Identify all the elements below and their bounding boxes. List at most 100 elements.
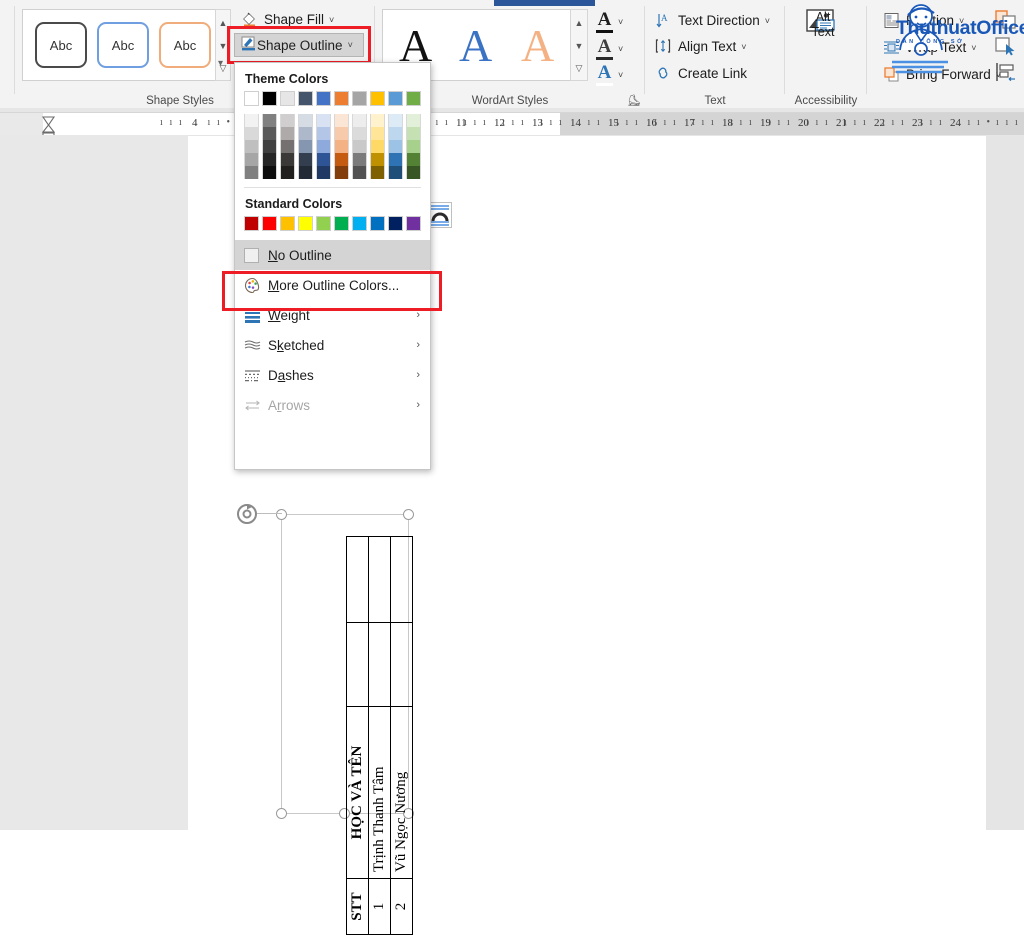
wordart-thumb-2[interactable]: A [459, 16, 492, 76]
standard-colors-row[interactable] [235, 216, 430, 231]
align-objects-icon[interactable] [995, 62, 1017, 85]
shape-style-thumb-1[interactable]: Abc [35, 22, 87, 68]
theme-tint-column-4[interactable] [316, 114, 331, 179]
standard-color-swatch-3[interactable] [298, 216, 313, 231]
theme-tint-swatch-4-3[interactable] [316, 153, 331, 166]
theme-tint-column-1[interactable] [262, 114, 277, 179]
theme-color-swatch-4[interactable] [316, 91, 331, 106]
theme-tint-swatch-2-0[interactable] [280, 114, 295, 127]
theme-tint-swatch-4-1[interactable] [316, 127, 331, 140]
theme-tint-swatch-6-3[interactable] [352, 153, 367, 166]
chevron-down-icon[interactable]: ˅ [765, 16, 770, 26]
theme-tint-column-5[interactable] [334, 114, 349, 179]
standard-color-swatch-5[interactable] [334, 216, 349, 231]
theme-tint-swatch-0-4[interactable] [244, 166, 259, 179]
chevron-down-icon[interactable]: ˅ [329, 15, 334, 25]
theme-color-swatch-2[interactable] [280, 91, 295, 106]
theme-tint-swatch-1-4[interactable] [262, 166, 277, 179]
theme-tint-swatch-3-3[interactable] [298, 153, 313, 166]
shape-style-thumb-2[interactable]: Abc [97, 22, 149, 68]
theme-tint-swatch-1-2[interactable] [262, 140, 277, 153]
theme-color-swatch-1[interactable] [262, 91, 277, 106]
standard-color-swatch-9[interactable] [406, 216, 421, 231]
theme-tint-swatch-5-2[interactable] [334, 140, 349, 153]
menu-item-no-outline[interactable]: No Outline [235, 240, 430, 270]
theme-tint-swatch-8-1[interactable] [388, 127, 403, 140]
menu-item-dashes[interactable]: Dashes › [235, 360, 430, 390]
wordart-thumb-3[interactable]: A [521, 16, 554, 76]
standard-color-swatch-0[interactable] [244, 216, 259, 231]
theme-tint-swatch-5-4[interactable] [334, 166, 349, 179]
theme-tint-swatch-0-0[interactable] [244, 114, 259, 127]
theme-tint-column-3[interactable] [298, 114, 313, 179]
theme-tint-swatch-6-0[interactable] [352, 114, 367, 127]
layout-options-icon[interactable] [428, 202, 452, 228]
theme-tint-swatch-2-2[interactable] [280, 140, 295, 153]
theme-tint-column-2[interactable] [280, 114, 295, 179]
theme-tint-swatch-8-0[interactable] [388, 114, 403, 127]
theme-color-swatch-8[interactable] [388, 91, 403, 106]
theme-tint-swatch-3-2[interactable] [298, 140, 313, 153]
theme-tint-swatch-6-2[interactable] [352, 140, 367, 153]
chevron-down-icon[interactable]: ˅ [618, 70, 623, 80]
standard-color-swatch-2[interactable] [280, 216, 295, 231]
chevron-down-icon[interactable]: ˅ [959, 16, 964, 26]
theme-tint-swatch-9-0[interactable] [406, 114, 421, 127]
shape-effects-chevron-icon[interactable]: ▾ [218, 58, 230, 76]
more-wordart-icon[interactable]: ▽ [571, 57, 587, 80]
chevron-down-icon[interactable]: ˅ [741, 42, 746, 52]
theme-color-swatch-0[interactable] [244, 91, 259, 106]
theme-tint-swatch-5-3[interactable] [334, 153, 349, 166]
theme-tint-swatch-8-4[interactable] [388, 166, 403, 179]
wordart-scrollbar[interactable]: ▲ ▼ ▽ [570, 9, 588, 81]
theme-tint-column-0[interactable] [244, 114, 259, 179]
text-fill-option[interactable]: A ˅ [596, 10, 623, 33]
theme-tint-swatch-4-4[interactable] [316, 166, 331, 179]
theme-tint-column-6[interactable] [352, 114, 367, 179]
align-text-button[interactable]: Align Text ˅ [654, 37, 747, 56]
create-link-button[interactable]: Create Link [654, 64, 747, 83]
theme-tint-swatch-0-1[interactable] [244, 127, 259, 140]
menu-item-sketched[interactable]: Sketched › [235, 330, 430, 360]
theme-tint-swatch-9-2[interactable] [406, 140, 421, 153]
theme-tint-swatch-7-4[interactable] [370, 166, 385, 179]
theme-tint-swatch-2-1[interactable] [280, 127, 295, 140]
standard-color-swatch-1[interactable] [262, 216, 277, 231]
standard-color-swatch-7[interactable] [370, 216, 385, 231]
theme-tint-swatch-3-4[interactable] [298, 166, 313, 179]
standard-color-swatch-6[interactable] [352, 216, 367, 231]
shape-outline-dropdown-menu[interactable]: Theme Colors Standard Colors No Outline … [234, 62, 431, 470]
standard-color-swatch-4[interactable] [316, 216, 331, 231]
text-effects-option[interactable]: A ˅ [596, 63, 623, 86]
chevron-down-icon[interactable]: ˅ [618, 44, 623, 54]
theme-tint-swatch-6-4[interactable] [352, 166, 367, 179]
theme-color-swatch-9[interactable] [406, 91, 421, 106]
horizontal-ruler[interactable]: 41112131415161718192021222324ııııı•ııı•ı… [0, 113, 1024, 248]
theme-tint-swatch-9-1[interactable] [406, 127, 421, 140]
theme-tint-swatch-1-3[interactable] [262, 153, 277, 166]
theme-tints-grid[interactable] [235, 114, 430, 179]
theme-tint-swatch-7-2[interactable] [370, 140, 385, 153]
theme-tint-column-9[interactable] [406, 114, 421, 179]
shape-style-thumb-3[interactable]: Abc [159, 22, 211, 68]
alt-text-button[interactable]: Alt Text [800, 10, 846, 40]
theme-color-swatch-6[interactable] [352, 91, 367, 106]
theme-tint-swatch-2-3[interactable] [280, 153, 295, 166]
theme-tint-swatch-3-0[interactable] [298, 114, 313, 127]
chevron-down-icon[interactable]: ˅ [971, 43, 976, 53]
theme-tint-swatch-8-2[interactable] [388, 140, 403, 153]
theme-tint-swatch-1-1[interactable] [262, 127, 277, 140]
theme-tint-swatch-1-0[interactable] [262, 114, 277, 127]
theme-tint-swatch-5-0[interactable] [334, 114, 349, 127]
theme-tint-swatch-9-3[interactable] [406, 153, 421, 166]
theme-tint-swatch-3-1[interactable] [298, 127, 313, 140]
theme-tint-swatch-9-4[interactable] [406, 166, 421, 179]
chevron-down-icon[interactable]: ▼ [571, 34, 587, 57]
theme-color-swatch-7[interactable] [370, 91, 385, 106]
text-direction-button[interactable]: A Text Direction ˅ [654, 11, 770, 30]
theme-colors-row[interactable] [235, 91, 430, 106]
send-backward-icon[interactable] [995, 10, 1017, 33]
theme-tint-column-8[interactable] [388, 114, 403, 179]
theme-color-swatch-3[interactable] [298, 91, 313, 106]
theme-tint-swatch-7-1[interactable] [370, 127, 385, 140]
